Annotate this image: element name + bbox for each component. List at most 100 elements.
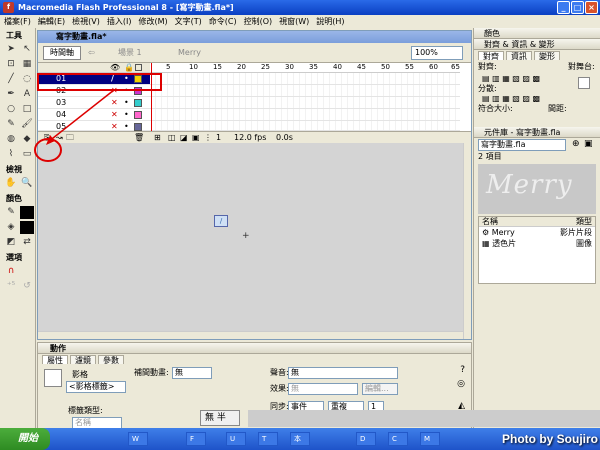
eraser-tool-icon[interactable]: ▭: [20, 148, 34, 161]
library-col-type[interactable]: 類型: [576, 217, 592, 226]
fill-color-icon[interactable]: ◈: [4, 221, 18, 234]
library-panel-title[interactable]: 元件庫 - 寫字動畫.fla: [474, 127, 600, 138]
align-panel-title[interactable]: 對齊 & 資訊 & 變形: [474, 39, 600, 50]
oval-tool-icon[interactable]: ○: [4, 103, 18, 116]
zoom-select[interactable]: 100%: [411, 46, 463, 60]
gradient-transform-tool-icon[interactable]: ▦: [20, 58, 34, 71]
close-button[interactable]: ×: [585, 1, 598, 14]
new-library-icon[interactable]: ▣: [584, 139, 593, 149]
tab-transform[interactable]: 變形: [534, 51, 560, 61]
lock-icon[interactable]: 🔒: [124, 63, 134, 72]
stroke-color-icon[interactable]: ✎: [4, 206, 18, 219]
timeline-toggle-button[interactable]: 時間軸: [43, 46, 81, 60]
straighten-icon[interactable]: ⁺⁵: [4, 280, 18, 293]
layer-color-swatch[interactable]: [134, 123, 142, 131]
pin-icon[interactable]: ⊕: [572, 139, 580, 149]
stage-horizontal-scrollbar[interactable]: [38, 331, 463, 339]
layer-color-swatch[interactable]: [134, 111, 142, 119]
swap-colors-icon[interactable]: ⇄: [20, 236, 34, 249]
taskbar-item[interactable]: U: [226, 432, 246, 446]
tab-filters[interactable]: 濾鏡: [70, 355, 96, 365]
selection-tool-icon[interactable]: ➤: [4, 43, 18, 56]
hand-tool-icon[interactable]: ✋: [4, 177, 18, 190]
tab-align[interactable]: 對齊: [478, 51, 504, 61]
layer-frames-02[interactable]: [150, 85, 460, 97]
layer-frames-04[interactable]: [150, 109, 460, 121]
taskbar-item[interactable]: W: [128, 432, 148, 446]
paint-bucket-tool-icon[interactable]: ◆: [20, 133, 34, 146]
subselection-tool-icon[interactable]: ↖: [20, 43, 34, 56]
menu-control[interactable]: 控制(O): [244, 16, 273, 27]
eye-icon[interactable]: 👁: [110, 63, 120, 72]
menu-help[interactable]: 說明(H): [316, 16, 344, 27]
tab-properties[interactable]: 屬性: [42, 355, 68, 365]
stage-vertical-scrollbar[interactable]: [463, 143, 471, 339]
text-tool-icon[interactable]: A: [20, 88, 34, 101]
menu-view[interactable]: 檢視(V): [72, 16, 100, 27]
taskbar-item[interactable]: D: [356, 432, 376, 446]
to-stage-toggle[interactable]: [578, 77, 590, 89]
maximize-button[interactable]: □: [571, 1, 584, 14]
scene-breadcrumb[interactable]: 場景 1: [118, 43, 142, 63]
lock-dot-icon[interactable]: •: [124, 109, 129, 121]
frame-label-input[interactable]: <影格標籤>: [66, 381, 126, 393]
rectangle-tool-icon[interactable]: □: [20, 103, 34, 116]
eyedropper-tool-icon[interactable]: ⌇: [4, 148, 18, 161]
library-item[interactable]: ▦ 透色片 圖像: [479, 238, 595, 249]
effect-select[interactable]: 無: [288, 383, 358, 395]
layer-color-swatch[interactable]: [134, 99, 142, 107]
edit-sound-button[interactable]: 編輯...: [362, 383, 398, 395]
pencil-tool-icon[interactable]: ✎: [4, 118, 18, 131]
layer-frames-05[interactable]: [150, 121, 460, 131]
fill-swatch[interactable]: [20, 221, 34, 234]
menu-edit[interactable]: 編輯(E): [38, 16, 65, 27]
library-item[interactable]: ⚙ Merry 影片片段: [479, 227, 595, 238]
tween-select[interactable]: 無: [172, 367, 212, 379]
help-icon[interactable]: ?: [460, 365, 465, 375]
line-tool-icon[interactable]: ╱: [4, 73, 18, 86]
taskbar-item[interactable]: F: [186, 432, 206, 446]
layer-frames-01[interactable]: [150, 73, 460, 85]
minimize-button[interactable]: _: [557, 1, 570, 14]
taskbar-item[interactable]: 本: [290, 432, 310, 446]
menu-file[interactable]: 檔案(F): [4, 16, 31, 27]
color-panel-title[interactable]: 顏色: [474, 28, 600, 39]
frame-ruler[interactable]: 5 10 15 20 25 30 35 40 45 50 55 60 65: [150, 63, 460, 73]
tab-parameters[interactable]: 參數: [98, 355, 124, 365]
menu-commands[interactable]: 命令(C): [209, 16, 237, 27]
document-tab[interactable]: 寫字動畫.fla*: [38, 31, 471, 43]
pen-tool-icon[interactable]: ✒: [4, 88, 18, 101]
lock-dot-icon[interactable]: •: [124, 97, 129, 109]
library-file-select[interactable]: 寫字動畫.fla: [478, 139, 566, 151]
menu-window[interactable]: 視窗(W): [279, 16, 309, 27]
smooth-icon[interactable]: [20, 265, 34, 278]
zoom-tool-icon[interactable]: 🔍: [20, 177, 34, 190]
snap-magnet-icon[interactable]: ∩: [4, 265, 18, 278]
library-col-name[interactable]: 名稱: [482, 217, 498, 226]
symbol-instance[interactable]: /: [214, 215, 228, 227]
menu-insert[interactable]: 插入(I): [107, 16, 132, 27]
lasso-tool-icon[interactable]: ◌: [20, 73, 34, 86]
menu-text[interactable]: 文字(T): [175, 16, 202, 27]
outline-icon[interactable]: [135, 64, 142, 71]
taskbar-item[interactable]: T: [258, 432, 278, 446]
expand-icon[interactable]: ◎: [457, 379, 465, 389]
menu-modify[interactable]: 修改(M): [138, 16, 167, 27]
taskbar-item[interactable]: C: [388, 432, 408, 446]
free-transform-tool-icon[interactable]: ⊡: [4, 58, 18, 71]
symbol-breadcrumb[interactable]: Merry: [178, 43, 201, 63]
ime-status-bar[interactable]: 無 半: [200, 410, 240, 426]
sound-select[interactable]: 無: [288, 367, 398, 379]
black-white-icon[interactable]: ◩: [4, 236, 18, 249]
rotate-icon[interactable]: ↺: [20, 280, 34, 293]
back-arrow-icon[interactable]: ⇦: [88, 43, 95, 63]
start-button[interactable]: 開始: [0, 428, 50, 450]
stage-area[interactable]: / +: [38, 143, 463, 339]
taskbar-item[interactable]: M: [420, 432, 440, 446]
stroke-swatch[interactable]: [20, 206, 34, 219]
layer-frames-03[interactable]: [150, 97, 460, 109]
actions-panel-title[interactable]: 動作: [38, 343, 471, 354]
ink-bottle-tool-icon[interactable]: ◍: [4, 133, 18, 146]
brush-tool-icon[interactable]: 🖌: [20, 118, 34, 131]
tab-info[interactable]: 資訊: [506, 51, 532, 61]
